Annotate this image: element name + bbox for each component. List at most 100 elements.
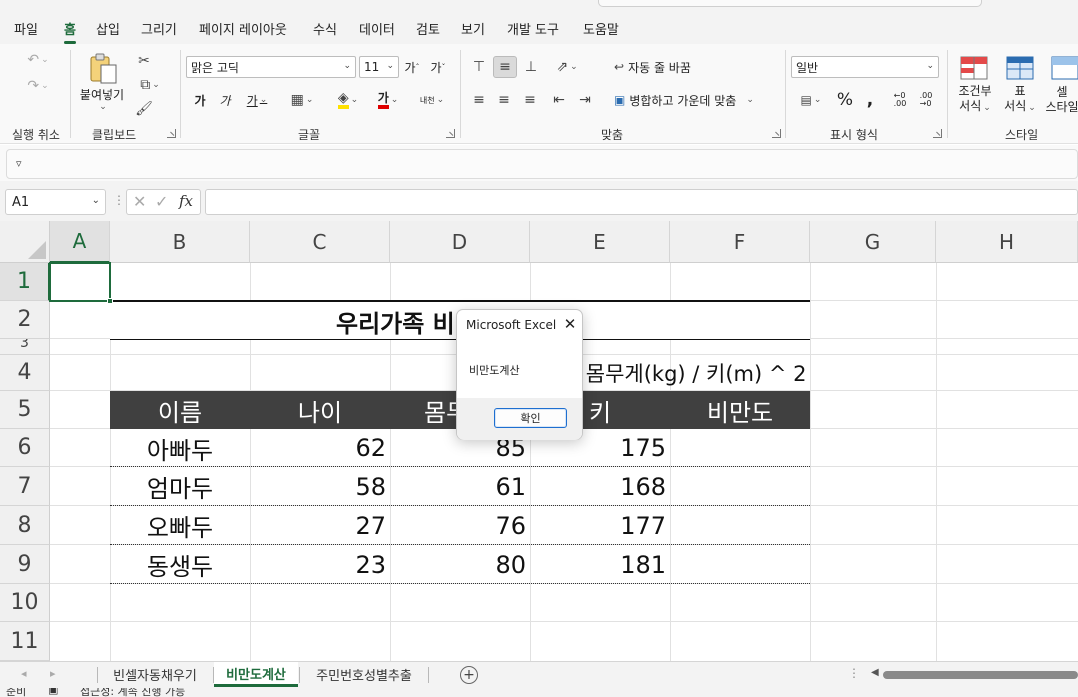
accessibility-status[interactable]: 접근성: 계속 진행 가능 xyxy=(80,688,185,697)
row-header-5[interactable]: 5 xyxy=(0,391,50,429)
align-middle-button[interactable]: ≡ xyxy=(493,56,517,78)
row-header-10[interactable]: 10 xyxy=(0,584,50,622)
column-header-e[interactable]: E xyxy=(530,221,670,263)
cell-age[interactable]: 23 xyxy=(250,545,386,584)
column-header-b[interactable]: B xyxy=(110,221,250,263)
align-left-button[interactable]: ≡ xyxy=(468,89,490,111)
cell-weight[interactable]: 61 xyxy=(390,467,526,506)
select-all-corner[interactable] xyxy=(0,221,50,263)
font-color-button[interactable]: 가 ⌄ xyxy=(370,89,406,111)
align-right-button[interactable]: ≡ xyxy=(519,89,541,111)
increase-indent-button[interactable]: ⇥ xyxy=(574,89,596,111)
row-header-4[interactable]: 4 xyxy=(0,355,50,391)
horizontal-scrollbar[interactable]: ◀ xyxy=(871,667,1078,682)
cancel-icon[interactable]: ✕ xyxy=(133,192,146,211)
tab-file[interactable]: 파일 xyxy=(14,19,38,38)
italic-button[interactable]: 가 xyxy=(215,89,235,111)
cell-name[interactable]: 아빠두 xyxy=(110,429,250,467)
scroll-right-icon[interactable]: ▸ xyxy=(50,667,56,680)
phonetic-button[interactable]: 내천 ⌄ xyxy=(414,89,450,111)
number-format-select[interactable]: 일반 ⌄ xyxy=(791,56,939,78)
cell-age[interactable]: 27 xyxy=(250,506,386,545)
tab-home[interactable]: 홈 xyxy=(64,19,76,44)
cell-height[interactable]: 177 xyxy=(530,506,666,545)
underline-button[interactable]: 가 ⌄ xyxy=(240,89,274,111)
sheet-tab-resident-number[interactable]: 주민번호성별추출 xyxy=(301,662,427,687)
font-launcher-icon[interactable] xyxy=(446,129,455,138)
merge-center-button[interactable]: ▣ 병합하고 가운데 맞춤 ⌄ xyxy=(614,89,774,111)
tab-developer[interactable]: 개발 도구 xyxy=(507,19,559,38)
cell-bmi[interactable] xyxy=(670,467,806,506)
copy-button[interactable]: ⧉ ⌄ xyxy=(134,76,166,94)
column-header-h[interactable]: H xyxy=(936,221,1078,263)
sheet-tab-bmi[interactable]: 비만도계산 xyxy=(214,662,298,687)
row-header-11[interactable]: 11 xyxy=(0,622,50,661)
insert-function-button[interactable]: fx xyxy=(179,192,193,210)
bold-button[interactable]: 가 xyxy=(190,89,210,111)
cell-bmi[interactable] xyxy=(670,545,806,584)
ok-button[interactable]: 확인 xyxy=(494,408,567,428)
search-box[interactable] xyxy=(598,0,982,7)
scroll-left-arrow-icon[interactable]: ◀ xyxy=(871,667,879,678)
font-grow-button[interactable]: 가ˆ xyxy=(402,56,422,78)
tab-page-layout[interactable]: 페이지 레이아웃 xyxy=(199,19,287,38)
row-header-7[interactable]: 7 xyxy=(0,467,50,506)
name-box[interactable]: A1 ⌄ xyxy=(5,189,106,215)
row-header-9[interactable]: 9 xyxy=(0,545,50,584)
percent-button[interactable]: % xyxy=(834,89,856,111)
font-shrink-button[interactable]: 가ˇ xyxy=(428,56,448,78)
cell-styles-button[interactable]: 셀 스타일 xyxy=(1040,84,1078,116)
accounting-button[interactable]: ▤ ⌄ xyxy=(794,89,828,111)
font-name-select[interactable]: 맑은 고딕 ⌄ xyxy=(186,56,356,78)
row-header-6[interactable]: 6 xyxy=(0,429,50,467)
sheet-tab-fill-blank[interactable]: 빈셀자동채우기 xyxy=(100,662,210,687)
align-top-button[interactable]: ⊤ xyxy=(468,56,490,78)
cell-weight[interactable]: 76 xyxy=(390,506,526,545)
add-sheet-icon[interactable]: + xyxy=(460,666,478,684)
expand-ribbon-icon[interactable]: ▿ xyxy=(16,157,22,170)
tab-view[interactable]: 보기 xyxy=(461,19,485,38)
header-bmi[interactable]: 비만도 xyxy=(670,391,810,429)
undo-button[interactable]: ↶ ⌄ xyxy=(18,50,58,70)
tab-formulas[interactable]: 수식 xyxy=(313,19,337,38)
cell-weight[interactable]: 80 xyxy=(390,545,526,584)
align-bottom-button[interactable]: ⊥ xyxy=(520,56,542,78)
paste-button[interactable]: 붙여넣기 xyxy=(76,86,128,102)
more-options-icon[interactable]: ⋮ xyxy=(113,193,125,207)
number-launcher-icon[interactable] xyxy=(933,129,942,138)
column-header-c[interactable]: C xyxy=(250,221,390,263)
fill-color-button[interactable]: ◈ ⌄ xyxy=(330,89,366,111)
cell-name[interactable]: 동생두 xyxy=(110,545,250,584)
cell-name[interactable]: 오빠두 xyxy=(110,506,250,545)
cell-bmi[interactable] xyxy=(670,429,806,467)
cell-bmi[interactable] xyxy=(670,506,806,545)
alignment-launcher-icon[interactable] xyxy=(772,129,781,138)
cell-age[interactable]: 58 xyxy=(250,467,386,506)
decrease-decimal-button[interactable]: .00 →0 xyxy=(914,89,938,111)
decrease-indent-button[interactable]: ⇤ xyxy=(548,89,570,111)
cell-height[interactable]: 168 xyxy=(530,467,666,506)
column-header-g[interactable]: G xyxy=(810,221,936,263)
conditional-format-button[interactable]: 조건부 서식 ⌄ xyxy=(952,84,998,116)
enter-icon[interactable]: ✓ xyxy=(155,192,168,211)
cell-height[interactable]: 181 xyxy=(530,545,666,584)
align-center-button[interactable]: ≡ xyxy=(493,89,515,111)
column-header-a[interactable]: A xyxy=(50,221,110,263)
tab-draw[interactable]: 그리기 xyxy=(141,19,177,38)
paste-dropdown[interactable]: ⌄ xyxy=(96,102,108,112)
row-header-3[interactable]: 3 xyxy=(0,339,50,355)
font-size-select[interactable]: 11 ⌄ xyxy=(359,56,399,78)
format-as-table-button[interactable]: 표 서식 ⌄ xyxy=(998,84,1042,116)
clipboard-launcher-icon[interactable] xyxy=(167,129,176,138)
header-name[interactable]: 이름 xyxy=(110,391,250,429)
comma-button[interactable]: , xyxy=(860,89,880,111)
close-icon[interactable]: ✕ xyxy=(561,314,579,334)
scroll-left-icon[interactable]: ◂ xyxy=(21,667,27,680)
redo-button[interactable]: ↷ ⌄ xyxy=(18,76,58,96)
tab-help[interactable]: 도움말 xyxy=(583,19,619,38)
header-age[interactable]: 나이 xyxy=(250,391,390,429)
row-header-2[interactable]: 2 xyxy=(0,301,50,339)
cell-name[interactable]: 엄마두 xyxy=(110,467,250,506)
orientation-button[interactable]: ⇗ ⌄ xyxy=(550,56,584,78)
column-header-d[interactable]: D xyxy=(390,221,530,263)
